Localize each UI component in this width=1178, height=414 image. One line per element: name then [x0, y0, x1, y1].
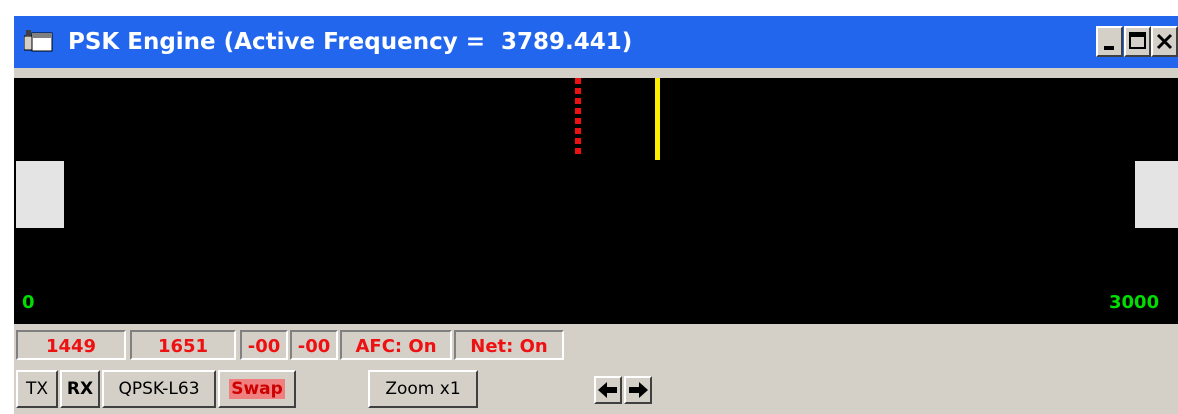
level-readout-1: -00: [240, 330, 288, 360]
window-title: PSK Engine (Active Frequency = 3789.441): [68, 29, 633, 55]
left-edge-marker: [16, 161, 64, 228]
close-button[interactable]: [1151, 26, 1178, 57]
close-icon: [1156, 33, 1173, 50]
afc-status[interactable]: AFC: On: [340, 330, 452, 360]
tune-right-button[interactable]: [624, 376, 652, 404]
minimize-icon: [1104, 46, 1114, 50]
tune-left-button[interactable]: [594, 376, 622, 404]
app-icon: [24, 30, 53, 52]
rx-frequency-marker[interactable]: [655, 78, 660, 160]
maximize-icon: [1129, 32, 1146, 49]
spectrum-display[interactable]: 0 3000: [14, 78, 1178, 324]
tx-frequency-marker[interactable]: [575, 78, 581, 158]
level-readout-2: -00: [290, 330, 338, 360]
title-bar[interactable]: PSK Engine (Active Frequency = 3789.441): [14, 16, 1178, 68]
arrow-right-icon: [629, 382, 648, 398]
rx-button[interactable]: RX: [60, 370, 100, 408]
arrow-left-icon: [598, 382, 617, 398]
psk-engine-window: PSK Engine (Active Frequency = 3789.441)…: [14, 16, 1178, 414]
zoom-button[interactable]: Zoom x1: [368, 370, 478, 408]
button-row: TX RX QPSK-L63 Swap Zoom x1: [14, 370, 1178, 410]
rx-frequency-readout: 1449: [16, 330, 126, 360]
minimize-button[interactable]: [1096, 26, 1123, 57]
maximize-button[interactable]: [1124, 26, 1151, 57]
swap-button[interactable]: Swap: [218, 370, 296, 408]
swap-label: Swap: [229, 379, 285, 399]
axis-max-label: 3000: [1109, 292, 1160, 313]
mode-button[interactable]: QPSK-L63: [102, 370, 216, 408]
net-status[interactable]: Net: On: [454, 330, 564, 360]
axis-min-label: 0: [22, 292, 35, 313]
tx-frequency-readout: 1651: [130, 330, 236, 360]
right-edge-marker: [1135, 161, 1178, 228]
tx-button[interactable]: TX: [16, 370, 58, 408]
status-row: 1449 1651 -00 -00 AFC: On Net: On: [14, 330, 1178, 362]
